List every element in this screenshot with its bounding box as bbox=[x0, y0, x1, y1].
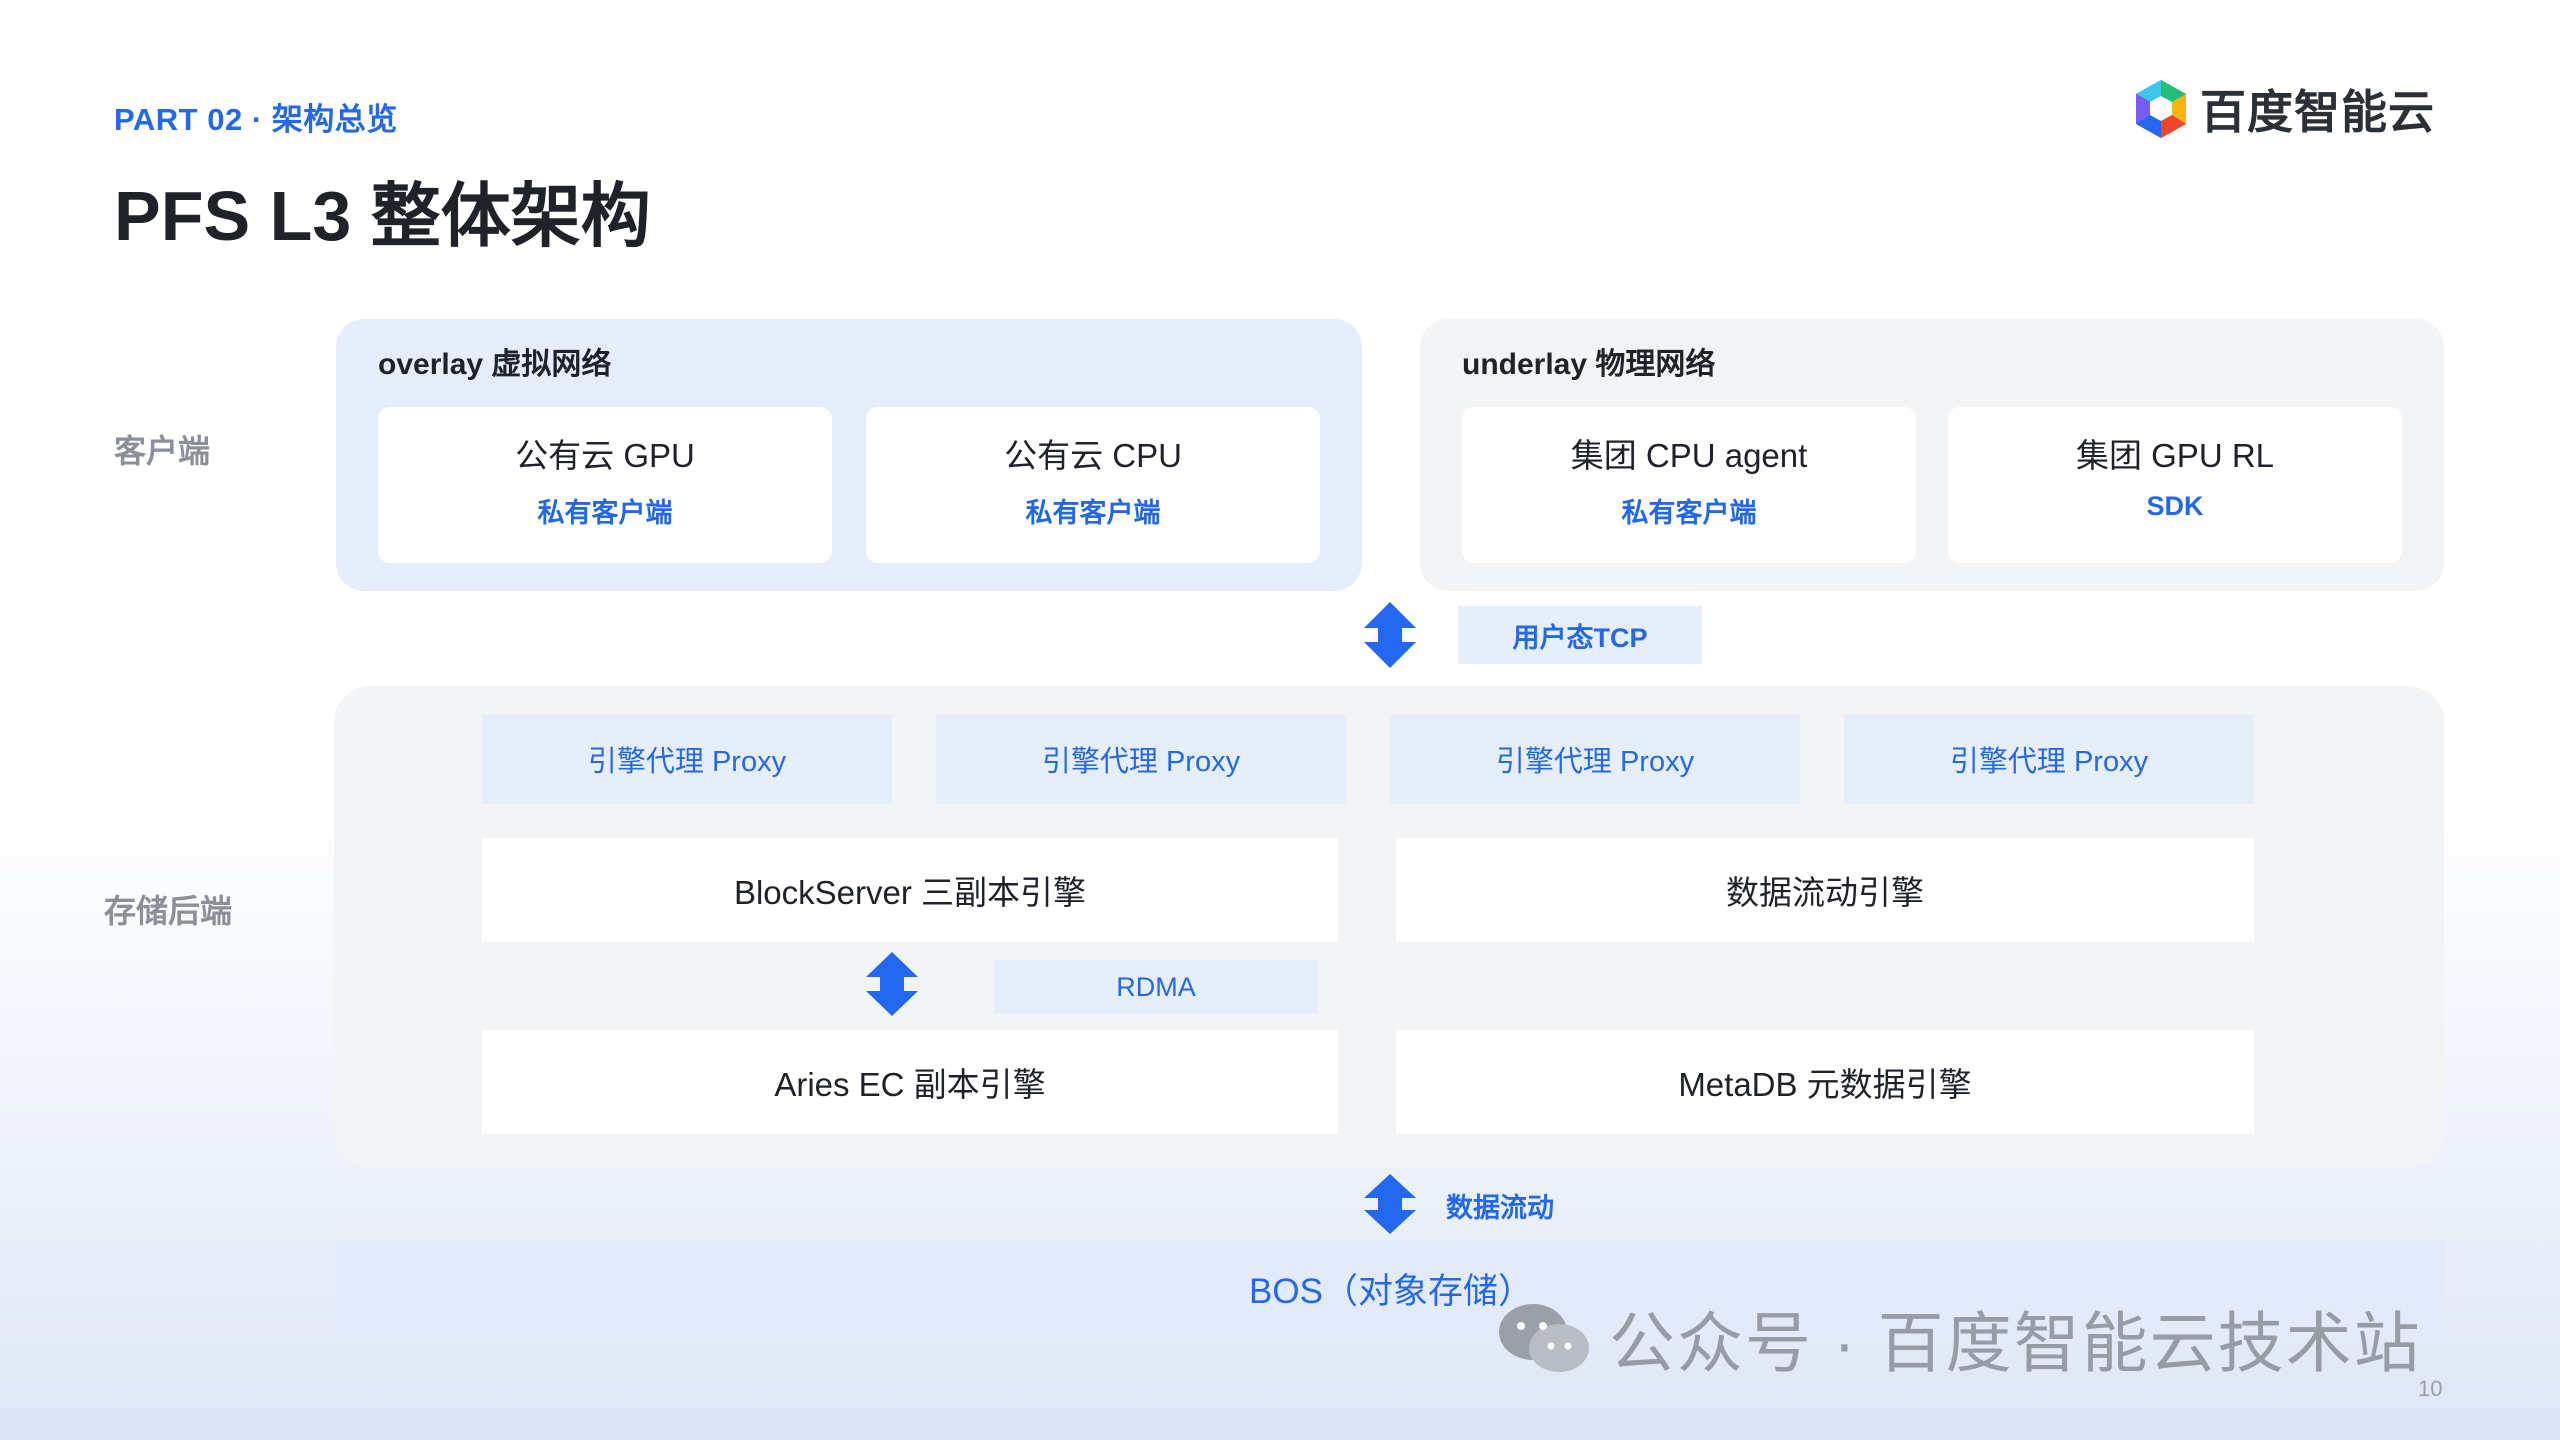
card-title: 集团 CPU agent bbox=[1570, 437, 1808, 474]
brand-logo: 百度智能云 bbox=[2132, 76, 2435, 142]
client-card-public-gpu: 公有云 GPU 私有客户端 bbox=[378, 407, 832, 563]
card-subtitle: 私有客户端 bbox=[537, 498, 673, 528]
proxy-box: 引擎代理 Proxy bbox=[1390, 714, 1800, 804]
blockserver-engine: BlockServer 三副本引擎 bbox=[482, 838, 1338, 942]
proxy-box: 引擎代理 Proxy bbox=[482, 714, 892, 804]
metadb-engine: MetaDB 元数据引擎 bbox=[1396, 1030, 2254, 1134]
card-title: 公有云 GPU bbox=[515, 437, 695, 474]
underlay-network-panel: underlay 物理网络 集团 CPU agent 私有客户端 集团 GPU … bbox=[1420, 319, 2444, 591]
proxy-box: 引擎代理 Proxy bbox=[936, 714, 1346, 804]
underlay-label: underlay 物理网络 bbox=[1462, 348, 1716, 381]
double-arrow-icon bbox=[1364, 1174, 1416, 1234]
side-label-client: 客户端 bbox=[114, 433, 211, 469]
watermark-text: 公众号 · 百度智能云技术站 bbox=[1609, 1306, 2422, 1380]
data-flow-label: 数据流动 bbox=[1446, 1193, 1554, 1223]
card-subtitle: 私有客户端 bbox=[1621, 498, 1757, 528]
card-subtitle: SDK bbox=[2146, 491, 2204, 521]
overlay-network-panel: overlay 虚拟网络 公有云 GPU 私有客户端 公有云 CPU 私有客户端 bbox=[336, 319, 1362, 591]
logo-text: 百度智能云 bbox=[2200, 86, 2435, 138]
dataflow-engine: 数据流动引擎 bbox=[1396, 838, 2254, 942]
card-subtitle: 私有客户端 bbox=[1025, 498, 1161, 528]
watermark: 公众号 · 百度智能云技术站 bbox=[1495, 1290, 2422, 1386]
page-number: 10 bbox=[2418, 1376, 2443, 1401]
client-card-group-cpu-agent: 集团 CPU agent 私有客户端 bbox=[1462, 407, 1916, 563]
baidu-cloud-hexagon-icon bbox=[2136, 80, 2186, 138]
client-card-group-gpu-rl: 集团 GPU RL SDK bbox=[1948, 407, 2402, 563]
aries-ec-engine: Aries EC 副本引擎 bbox=[482, 1030, 1338, 1134]
overlay-label: overlay 虚拟网络 bbox=[378, 348, 612, 381]
card-title: 公有云 CPU bbox=[1004, 437, 1182, 474]
wechat-icon bbox=[1499, 1304, 1589, 1372]
card-title: 集团 GPU RL bbox=[2075, 437, 2275, 474]
side-label-backend: 存储后端 bbox=[104, 893, 233, 929]
rdma-tag: RDMA bbox=[994, 960, 1318, 1014]
double-arrow-icon bbox=[866, 952, 918, 1016]
proxy-box: 引擎代理 Proxy bbox=[1844, 714, 2254, 804]
page-title: PFS L3 整体架构 bbox=[114, 177, 651, 255]
double-arrow-icon bbox=[1364, 602, 1416, 668]
tcp-tag: 用户态TCP bbox=[1458, 606, 1702, 664]
client-card-public-cpu: 公有云 CPU 私有客户端 bbox=[866, 407, 1320, 563]
part-label: PART 02 · 架构总览 bbox=[114, 102, 398, 137]
